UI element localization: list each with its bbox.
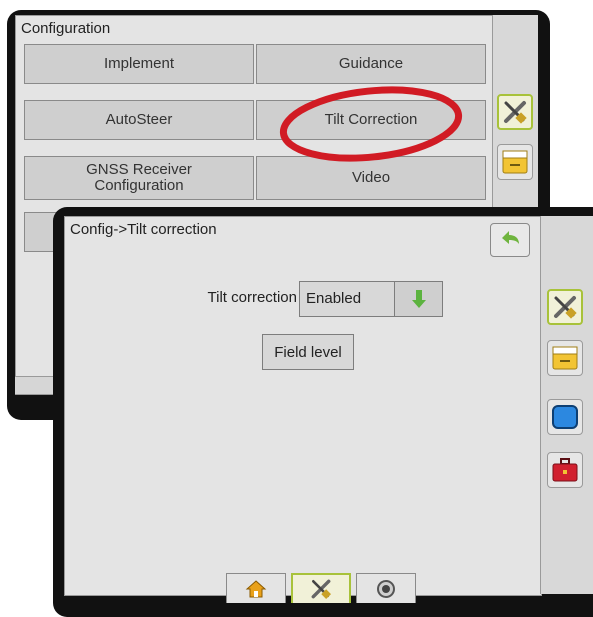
gnss-label-line1: GNSS Receiver <box>86 160 192 178</box>
field-level-button[interactable]: Field level <box>262 334 354 370</box>
configuration-title: Configuration <box>21 20 111 37</box>
tilt-correction-value: Enabled <box>306 290 362 307</box>
home-tab[interactable] <box>226 573 286 603</box>
home-icon <box>245 579 267 597</box>
arrow-down-icon <box>411 290 426 308</box>
screen-title: Config->Tilt correction <box>70 221 217 238</box>
tools-icon[interactable] <box>547 289 583 325</box>
bottom-tab-bar <box>64 573 540 603</box>
implement-button[interactable]: Implement <box>24 44 254 84</box>
guidance-button[interactable]: Guidance <box>256 44 486 84</box>
dropdown-button[interactable] <box>394 281 443 317</box>
toolbox-icon[interactable] <box>547 452 583 488</box>
tilt-correction-button[interactable]: Tilt Correction <box>256 100 486 140</box>
back-button[interactable] <box>490 223 530 257</box>
gnss-tab[interactable] <box>356 573 416 603</box>
gnss-icon <box>377 579 395 598</box>
back-arrow-icon <box>502 231 519 244</box>
gnss-label-line2: Configuration <box>94 177 184 194</box>
tilt-correction-label: Tilt correction <box>207 289 297 306</box>
video-button[interactable]: Video <box>256 156 486 200</box>
tilt-correction-select[interactable]: Enabled <box>299 281 443 317</box>
autosteer-button[interactable]: AutoSteer <box>24 100 254 140</box>
gnss-receiver-configuration-button[interactable]: GNSS Receiver Configuration <box>24 156 254 200</box>
console-icon[interactable] <box>547 340 583 376</box>
tools-icon[interactable] <box>497 94 533 130</box>
console-icon[interactable] <box>497 144 533 180</box>
front-side-rail <box>540 216 593 594</box>
tilt-correction-screen: Config->Tilt correction Tilt correction … <box>64 216 542 596</box>
tools-tab[interactable] <box>291 573 351 603</box>
tools-icon <box>311 579 331 599</box>
monitor-icon[interactable] <box>547 399 583 435</box>
